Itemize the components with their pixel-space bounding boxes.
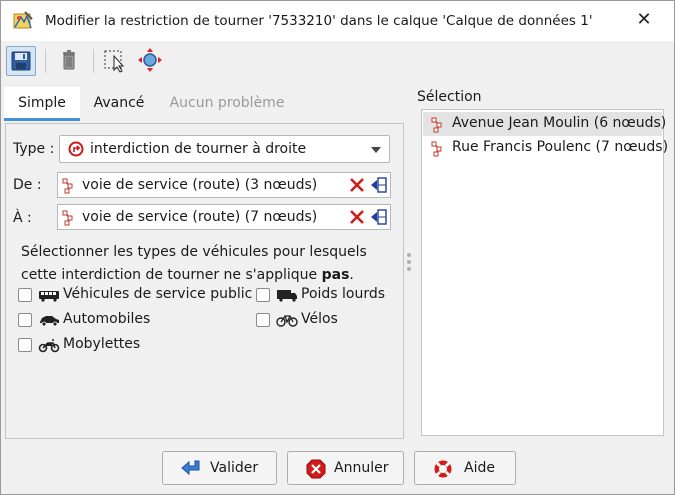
cancel-label: Annuler	[334, 460, 389, 476]
vehicle-intro-end: .	[349, 267, 354, 283]
way-icon	[431, 117, 442, 133]
cancel-icon	[306, 459, 326, 479]
clear-to-icon[interactable]	[349, 209, 365, 225]
zoom-to-relation-button[interactable]	[136, 46, 166, 76]
to-way-field[interactable]: voie de service (route) (7 nœuds)	[57, 204, 391, 230]
restriction-type-select[interactable]: interdiction de tourner à droite	[59, 135, 390, 163]
help-label: Aide	[464, 460, 495, 476]
select-to-icon[interactable]	[370, 208, 388, 226]
select-relation-members-icon	[104, 50, 125, 73]
help-button[interactable]: Aide	[414, 451, 516, 485]
way-icon	[62, 210, 73, 226]
lifebuoy-icon	[434, 460, 452, 478]
toolbar-separator	[45, 49, 46, 73]
ok-button[interactable]: Valider	[162, 451, 277, 485]
car-icon	[40, 316, 59, 327]
moped-label: Mobylettes	[63, 336, 141, 352]
list-item[interactable]: Rue Francis Poulenc (7 nœuds)	[423, 136, 668, 160]
checkbox-motorcar[interactable]	[18, 313, 32, 327]
public-service-label: Véhicules de service public	[63, 286, 253, 302]
vehicle-exception-description: Sélectionner les types de véhicules pour…	[21, 241, 391, 287]
title-bar: Modifier la restriction de tourner '7533…	[1, 1, 674, 41]
select-from-icon[interactable]	[370, 176, 388, 194]
vehicle-intro-text: Sélectionner les types de véhicules pour…	[21, 244, 367, 283]
zoom-to-relation-icon	[138, 48, 162, 72]
save-icon	[11, 51, 31, 71]
from-way-value: voie de service (route) (3 nœuds)	[82, 177, 318, 193]
checkbox-bicycle[interactable]	[256, 313, 270, 327]
to-way-value: voie de service (route) (7 nœuds)	[82, 209, 318, 225]
checkbox-public-service[interactable]	[18, 288, 32, 302]
trash-icon	[63, 50, 75, 70]
toolbar	[1, 41, 674, 81]
chevron-down-icon	[371, 147, 381, 153]
restriction-type-value: interdiction de tourner à droite	[90, 141, 307, 157]
heavy-goods-label: Poids lourds	[301, 286, 386, 302]
select-members-button[interactable]	[101, 46, 131, 76]
motorcar-label: Automobiles	[63, 311, 151, 327]
close-button[interactable]: ✕	[633, 9, 655, 31]
list-item-label: Avenue Jean Moulin (6 nœuds)	[452, 115, 667, 131]
cancel-button[interactable]: Annuler	[287, 451, 404, 485]
moped-icon	[38, 339, 60, 353]
selection-list: Avenue Jean Moulin (6 nœuds) Rue Francis…	[421, 109, 668, 436]
no-right-turn-icon	[68, 141, 84, 157]
toolbar-separator	[93, 49, 94, 73]
from-way-field[interactable]: voie de service (route) (3 nœuds)	[57, 172, 391, 198]
from-label: De :	[13, 177, 42, 193]
clear-from-icon[interactable]	[349, 177, 365, 193]
splitter-handle[interactable]	[407, 253, 411, 274]
save-button[interactable]	[6, 46, 36, 76]
ok-arrow-icon	[181, 460, 200, 476]
ok-label: Valider	[210, 460, 259, 476]
tab-advanced[interactable]: Avancé	[82, 87, 156, 121]
dialog-window: Modifier la restriction de tourner '7533…	[0, 0, 675, 495]
list-item[interactable]: Avenue Jean Moulin (6 nœuds)	[423, 112, 666, 136]
truck-icon	[277, 290, 297, 302]
way-icon	[431, 141, 442, 157]
bicycle-icon	[276, 315, 298, 327]
window-title: Modifier la restriction de tourner '7533…	[45, 13, 593, 29]
way-icon	[62, 178, 73, 194]
to-label: À :	[13, 210, 32, 226]
vehicle-intro-bold: pas	[321, 267, 350, 283]
bicycle-label: Vélos	[301, 311, 338, 327]
list-item-label: Rue Francis Poulenc (7 nœuds)	[452, 139, 669, 155]
checkbox-heavy-goods[interactable]	[256, 288, 270, 302]
selection-title: Sélection	[417, 89, 482, 105]
bus-icon	[39, 291, 59, 302]
app-logo-icon	[13, 11, 33, 29]
type-label: Type :	[13, 141, 55, 157]
delete-button[interactable]	[55, 46, 85, 76]
tab-no-problem: Aucun problème	[169, 95, 285, 111]
tab-simple[interactable]: Simple	[4, 87, 80, 121]
checkbox-moped[interactable]	[18, 338, 32, 352]
